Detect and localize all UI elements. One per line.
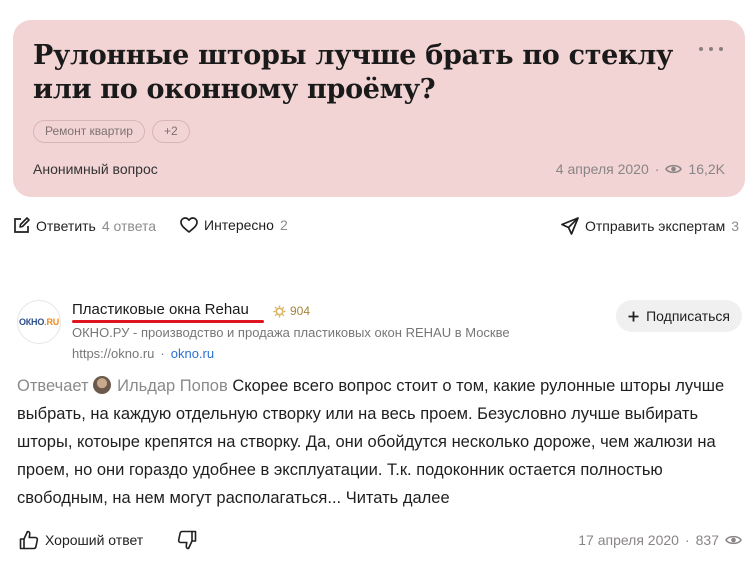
meta-separator: · — [654, 161, 660, 177]
rating-value: 904 — [290, 304, 311, 318]
org-name-link[interactable]: Пластиковые окна Rehau — [72, 301, 249, 318]
heart-icon — [180, 217, 198, 233]
send-count: 3 — [731, 218, 740, 234]
question-meta: 4 апреля 2020 · 16,2K — [556, 161, 725, 177]
interesting-button[interactable]: Интересно 2 — [180, 217, 288, 233]
thumbs-up-icon — [19, 530, 39, 550]
subscribe-button[interactable]: Подписаться — [616, 300, 742, 332]
read-more-link[interactable]: Читать далее — [346, 489, 450, 507]
highlight-underline — [72, 320, 264, 323]
links-separator: · — [160, 346, 165, 361]
replies-label: Отвечает — [17, 377, 89, 395]
org-rating: 904 — [273, 304, 310, 318]
tag-remont[interactable]: Ремонт квартир — [33, 120, 145, 143]
question-date: 4 апреля 2020 — [555, 161, 649, 177]
question-author: Анонимный вопрос — [33, 161, 158, 177]
more-dot-icon — [719, 47, 723, 51]
interesting-count: 2 — [279, 217, 288, 233]
eye-icon — [665, 164, 683, 174]
org-avatar[interactable]: ОКНО.RU — [17, 300, 61, 344]
answer-body: Скорее всего вопрос стоит о том, какие р… — [17, 377, 725, 507]
question-actions: Ответить 4 ответа Интересно 2 Отправить … — [13, 217, 748, 239]
person-avatar[interactable] — [92, 376, 111, 394]
send-to-experts-button[interactable]: Отправить экспертам 3 — [561, 217, 739, 235]
send-label: Отправить экспертам — [585, 218, 726, 234]
org-url[interactable]: https://okno.ru — [72, 346, 154, 361]
org-links: https://okno.ru · okno.ru — [72, 346, 214, 361]
org-logo: ОКНО.RU — [18, 317, 60, 327]
answer-label: Ответить — [36, 217, 96, 234]
more-dot-icon — [699, 47, 703, 51]
meta-separator: · — [684, 532, 690, 548]
tag-more[interactable]: +2 — [151, 120, 190, 143]
good-answer-button[interactable]: Хороший ответ — [19, 530, 143, 550]
good-answer-label: Хороший ответ — [45, 532, 144, 548]
answer-button[interactable]: Ответить 4 ответа — [13, 217, 156, 234]
org-site-link[interactable]: okno.ru — [171, 346, 214, 361]
answer-date: 17 апреля 2020 — [578, 532, 679, 548]
person-name[interactable]: Ильдар Попов — [117, 377, 228, 395]
answer-footer: Хороший ответ 17 апреля 2020 · 837 — [17, 530, 742, 552]
question-card: Рулонные шторы лучше брать по стеклу или… — [13, 20, 745, 197]
question-views: 16,2K — [688, 161, 725, 177]
subscribe-label: Подписаться — [646, 308, 730, 324]
edit-icon — [14, 217, 30, 233]
plus-icon — [628, 311, 639, 321]
more-options-button[interactable] — [699, 42, 723, 56]
interesting-label: Интересно — [204, 217, 274, 233]
rating-icon — [273, 305, 286, 317]
tag-list: Ремонт квартир +2 — [33, 120, 190, 143]
thumbs-down-icon — [177, 530, 197, 550]
dislike-button[interactable] — [177, 530, 197, 553]
question-title: Рулонные шторы лучше брать по стеклу или… — [33, 40, 673, 105]
send-icon — [561, 217, 579, 235]
answer-text: Отвечает Ильдар Попов Скорее всего вопро… — [17, 372, 742, 512]
answer-count: 4 ответа — [101, 217, 157, 234]
answer-views: 837 — [695, 532, 719, 548]
answer-meta: 17 апреля 2020 · 837 — [578, 532, 742, 548]
eye-icon — [725, 535, 742, 545]
more-dot-icon — [709, 47, 713, 51]
org-description: ОКНО.РУ - производство и продажа пластик… — [72, 325, 510, 340]
